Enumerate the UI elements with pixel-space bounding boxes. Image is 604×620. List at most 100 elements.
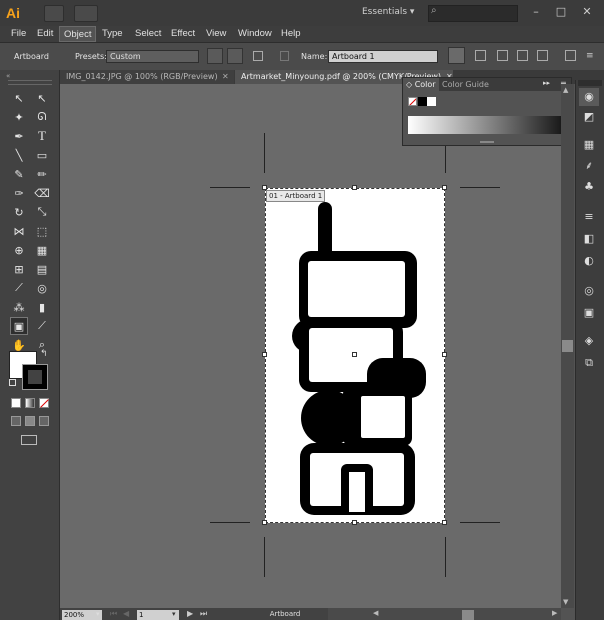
zoom-dropdown-icon[interactable]: ▾: [96, 610, 100, 618]
show-cross-hairs-icon[interactable]: [497, 50, 508, 61]
tab-color[interactable]: ◇ Color: [403, 78, 439, 91]
menu-view[interactable]: View: [202, 26, 230, 42]
panel-grip[interactable]: [8, 80, 52, 85]
control-panel-menu-icon[interactable]: ≡: [586, 51, 594, 61]
artboard-handle-right[interactable]: [442, 352, 447, 357]
none-mode-icon[interactable]: [39, 398, 49, 408]
menu-file[interactable]: File: [7, 26, 30, 42]
swap-fill-stroke-icon[interactable]: ↰: [40, 349, 48, 359]
black-swatch[interactable]: [418, 97, 427, 106]
scroll-down-icon[interactable]: ▼: [563, 598, 568, 606]
appearance-panel-icon[interactable]: ◎: [579, 282, 599, 300]
rearrange-artboards-icon[interactable]: [565, 50, 576, 61]
maximize-button[interactable]: □: [552, 3, 570, 21]
next-artboard-icon[interactable]: ▶: [187, 609, 193, 618]
delete-artboard-icon[interactable]: [280, 51, 289, 61]
type-tool-icon[interactable]: T: [33, 127, 51, 145]
rotate-tool-icon[interactable]: ↻: [10, 203, 28, 221]
lasso-tool-icon[interactable]: ᘏ: [33, 108, 51, 126]
menu-type[interactable]: Type: [98, 26, 127, 42]
line-segment-tool-icon[interactable]: ╲: [10, 146, 28, 164]
artboard-center-handle[interactable]: [352, 352, 357, 357]
magic-wand-tool-icon[interactable]: ✦: [10, 108, 28, 126]
menu-edit[interactable]: Edit: [33, 26, 57, 42]
artboard-handle-top[interactable]: [352, 185, 357, 190]
blend-tool-icon[interactable]: ◎: [33, 279, 51, 297]
artboard-handle-left[interactable]: [262, 352, 267, 357]
portrait-button[interactable]: [207, 48, 223, 64]
slice-tool-icon[interactable]: ⟋: [33, 317, 51, 335]
tab-color-guide[interactable]: Color Guide: [442, 78, 489, 91]
landscape-button[interactable]: [227, 48, 243, 64]
gradient-tool-icon[interactable]: ▤: [33, 260, 51, 278]
draw-normal-icon[interactable]: [11, 416, 21, 426]
symbols-icon[interactable]: ♣: [579, 178, 599, 196]
close-tab-icon[interactable]: ✕: [222, 72, 229, 81]
scroll-right-icon[interactable]: ▶: [552, 609, 557, 617]
previous-artboard-icon[interactable]: ◀: [123, 609, 129, 618]
rectangle-tool-icon[interactable]: ▭: [33, 146, 51, 164]
artboard-handle-bottom-right[interactable]: [442, 520, 447, 525]
free-transform-tool-icon[interactable]: ⬚: [33, 222, 51, 240]
eyedropper-tool-icon[interactable]: ⟋: [10, 279, 28, 297]
draw-behind-icon[interactable]: [25, 416, 35, 426]
collapse-panel-icon[interactable]: ▸▸: [543, 79, 550, 87]
mesh-tool-icon[interactable]: ⊞: [10, 260, 28, 278]
none-swatch[interactable]: [408, 97, 417, 106]
color-guide-icon[interactable]: ◩: [579, 108, 599, 126]
new-artboard-icon[interactable]: [253, 51, 263, 61]
color-spectrum-bar[interactable]: [408, 116, 561, 134]
menu-select[interactable]: Select: [131, 26, 165, 42]
minimize-button[interactable]: –: [527, 3, 545, 21]
artboard-handle-top-right[interactable]: [442, 185, 447, 190]
direct-selection-tool-icon[interactable]: ↖: [33, 89, 51, 107]
document-tab-img[interactable]: IMG_0142.JPG @ 100% (RGB/Preview): [60, 70, 234, 84]
stroke-panel-icon[interactable]: ≡: [579, 208, 599, 226]
pencil-tool-icon[interactable]: ✏: [33, 165, 51, 183]
shape-builder-tool-icon[interactable]: ⊕: [10, 241, 28, 259]
show-video-safe-areas-icon[interactable]: [517, 50, 528, 61]
draw-inside-icon[interactable]: [39, 416, 49, 426]
show-center-mark-icon[interactable]: [475, 50, 486, 61]
color-mode-icon[interactable]: [11, 398, 21, 408]
width-tool-icon[interactable]: ⋈: [10, 222, 28, 240]
brushes-icon[interactable]: ⸙: [579, 157, 599, 175]
swatches-icon[interactable]: ▦: [579, 136, 599, 154]
white-swatch[interactable]: [427, 97, 436, 106]
artboard-options-icon[interactable]: [537, 50, 548, 61]
color-panel-icon[interactable]: ◉: [579, 88, 599, 106]
transparency-panel-icon[interactable]: ◐: [579, 252, 599, 270]
collapse-icon[interactable]: «: [6, 72, 10, 80]
symbol-sprayer-tool-icon[interactable]: ⁂: [10, 298, 28, 316]
scroll-up-icon[interactable]: ▲: [563, 86, 568, 94]
close-button[interactable]: ✕: [578, 3, 596, 21]
column-graph-tool-icon[interactable]: ▮: [33, 298, 51, 316]
layers-panel-icon[interactable]: ◈: [579, 332, 599, 350]
stroke-swatch[interactable]: [22, 364, 48, 390]
panel-resize-grip[interactable]: [480, 141, 494, 143]
selection-tool-icon[interactable]: ↖: [10, 89, 28, 107]
blob-brush-tool-icon[interactable]: ✑: [10, 184, 28, 202]
workspace-switcher[interactable]: Essentials ▾: [362, 7, 414, 17]
scroll-left-icon[interactable]: ◀: [373, 609, 378, 617]
artboard-dropdown-icon[interactable]: ▾: [172, 610, 176, 618]
paintbrush-tool-icon[interactable]: ✎: [10, 165, 28, 183]
vertical-scroll-thumb[interactable]: [562, 340, 573, 352]
arrange-documents-button[interactable]: [74, 5, 98, 22]
perspective-grid-tool-icon[interactable]: ▦: [33, 241, 51, 259]
artboard-tool-icon[interactable]: ▣: [10, 317, 28, 335]
last-artboard-icon[interactable]: ⏭: [200, 609, 207, 619]
menu-effect[interactable]: Effect: [167, 26, 199, 42]
artboard-handle-top-left[interactable]: [262, 185, 267, 190]
artboard-handle-bottom-left[interactable]: [262, 520, 267, 525]
first-artboard-icon[interactable]: ⏮: [110, 609, 117, 619]
eraser-tool-icon[interactable]: ⌫: [33, 184, 51, 202]
screen-mode-icon[interactable]: [21, 435, 37, 445]
artboard-handle-bottom[interactable]: [352, 520, 357, 525]
menu-window[interactable]: Window: [234, 26, 276, 42]
scale-tool-icon[interactable]: ⤡: [33, 203, 51, 221]
menu-help[interactable]: Help: [277, 26, 305, 42]
artboard-name-field[interactable]: Artboard 1: [328, 50, 438, 63]
bridge-button[interactable]: [44, 5, 64, 22]
horizontal-scrollbar[interactable]: [328, 608, 561, 620]
